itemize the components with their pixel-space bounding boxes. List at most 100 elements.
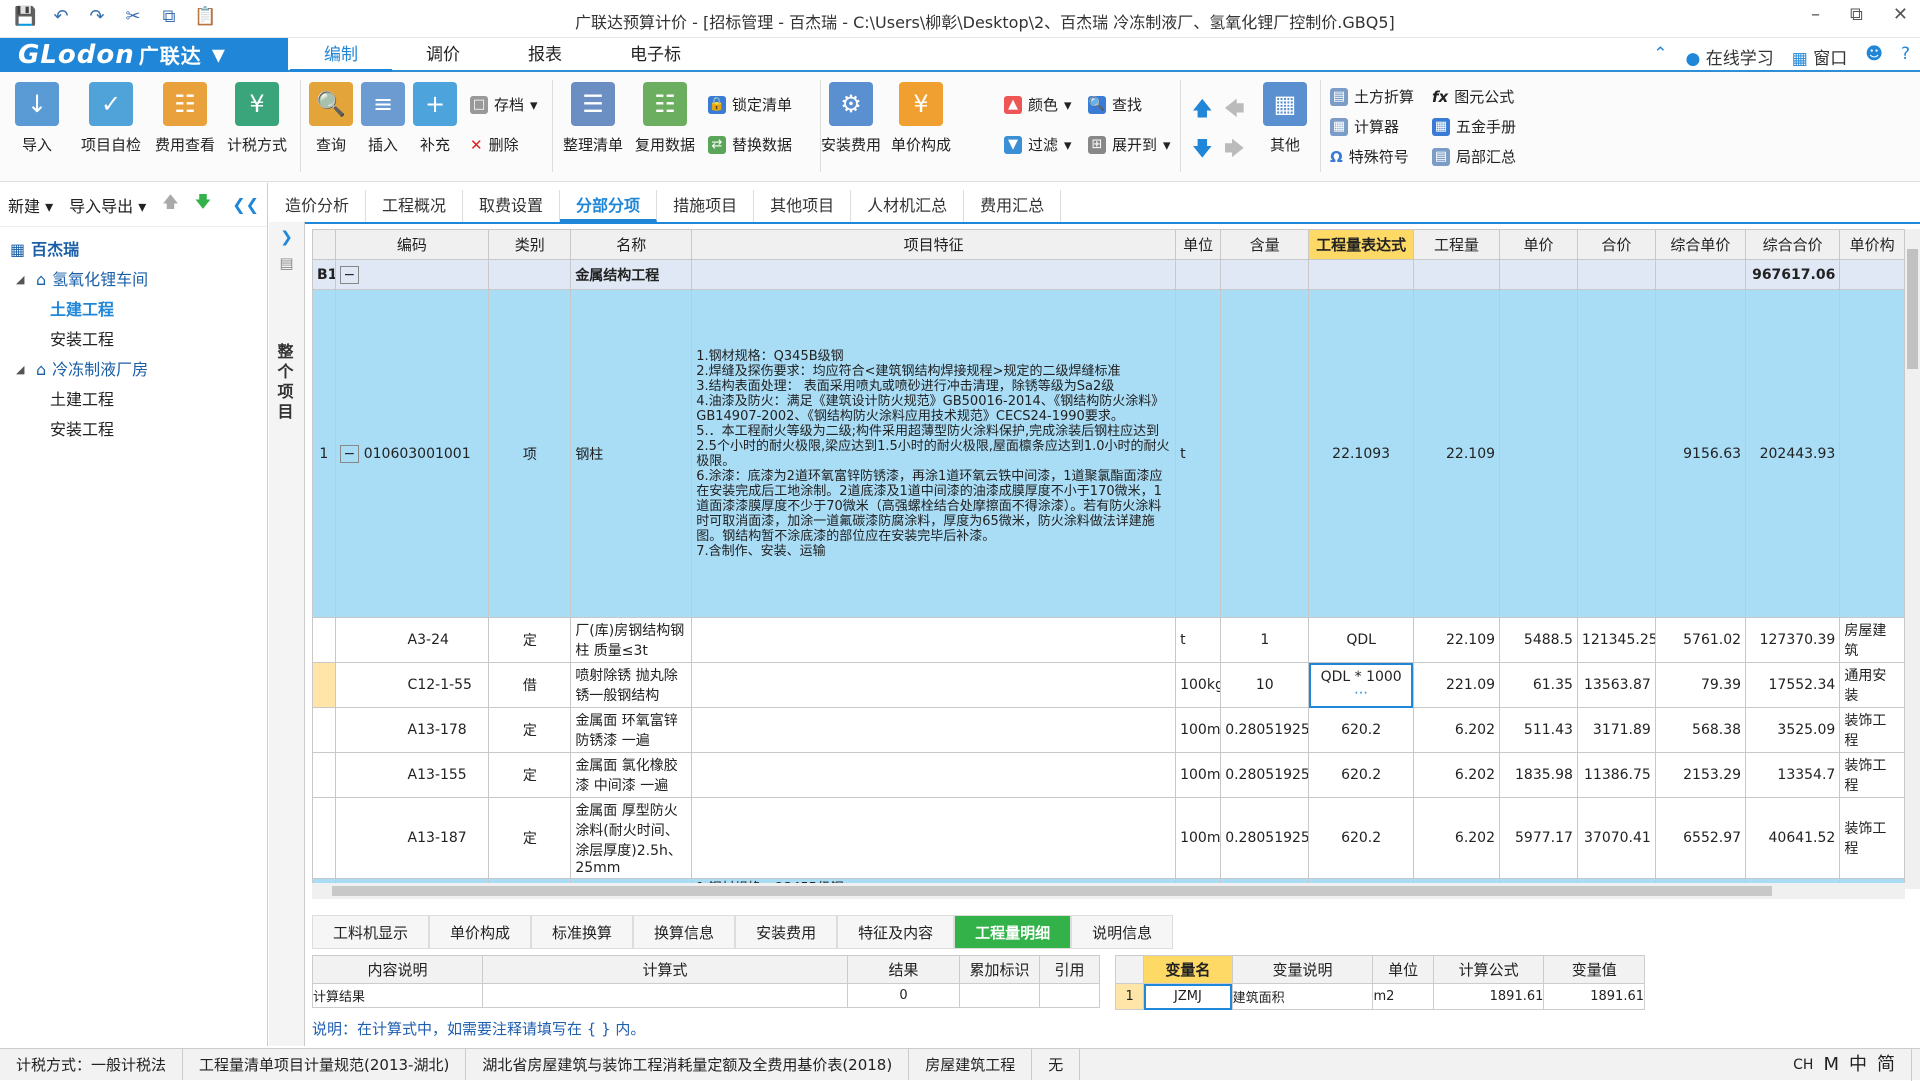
tab-measures[interactable]: 措施项目 — [657, 190, 755, 222]
reuse-data-button[interactable]: ☷ 复用数据 — [630, 82, 700, 155]
delete-button[interactable]: ✕ 删除 — [470, 134, 519, 155]
table-row[interactable]: A13-178 定 金属面 环氧富锌防锈漆 一遍 100m2 0.2805192… — [312, 707, 1905, 753]
tree-item-civil-2[interactable]: 土建工程 — [0, 385, 267, 415]
table-row[interactable]: 1 − 010603001001 项 钢柱 1.钢材规格：Q345B级钢 2.焊… — [312, 289, 1905, 618]
tree-item-freeze-plant[interactable]: ◢ ⌂ 冷冻制液厂房 — [0, 355, 267, 385]
col-name[interactable]: 名称 — [570, 229, 693, 260]
collapse-pane-icon[interactable]: ❮❮ — [232, 195, 259, 214]
table-row[interactable]: A3-24 定 厂(库)房钢结构钢柱 质量≤3t t 1 QDL 22.109 … — [312, 617, 1905, 663]
tab-conversion-info[interactable]: 换算信息 — [633, 915, 736, 949]
menu-tab-ebid[interactable]: 电子标 — [596, 38, 715, 72]
section-row[interactable]: B1 − 金属结构工程 967617.06 — [312, 259, 1905, 290]
tab-price-composition[interactable]: 单价构成 — [429, 915, 532, 949]
tree-root[interactable]: ▦ 百杰瑞 — [0, 235, 267, 265]
app-logo[interactable]: GLodon 广联达 ▾ — [0, 38, 288, 72]
minimize-icon[interactable]: – — [1811, 4, 1820, 25]
tab-overview[interactable]: 工程概况 — [366, 190, 464, 222]
restore-icon[interactable]: ⧉ — [1850, 4, 1863, 25]
tab-resource-summary[interactable]: 人材机汇总 — [851, 190, 965, 222]
up-arrow-icon[interactable]: 🡅 — [162, 191, 178, 218]
col-expression[interactable]: 工程量表达式 — [1308, 229, 1414, 260]
online-learning-button[interactable]: ● 在线学习 — [1686, 44, 1774, 69]
table-row[interactable]: C12-1-55 借 喷射除锈 抛丸除锈一般钢结构 100kg 10 QDL *… — [312, 662, 1905, 708]
move-up-icon[interactable]: 🡅 — [1192, 94, 1213, 128]
supplement-button[interactable]: + 补充 — [400, 82, 470, 155]
collapse-ribbon-icon[interactable]: ⌃ — [1653, 44, 1667, 69]
other-button[interactable]: ▦ 其他 — [1250, 82, 1320, 155]
menu-tab-edit[interactable]: 编制 — [290, 38, 392, 72]
collapse-toggle[interactable]: − — [339, 265, 360, 284]
tab-description[interactable]: 说明信息 — [1071, 915, 1174, 949]
feature-cell[interactable]: 1.钢材规格：Q345B级钢 2.焊缝及探伤要求：均应符合<建筑钢结构焊接规程>… — [691, 289, 1177, 618]
partial-summary-button[interactable]: ▤ 局部汇总 — [1432, 146, 1516, 167]
col-code[interactable]: 编码 — [334, 229, 490, 260]
table-row[interactable]: A13-155 定 金属面 氯化橡胶漆 中间漆 一遍 100m2 0.28051… — [312, 752, 1905, 798]
new-button[interactable]: 新建 ▾ — [8, 193, 53, 217]
tab-fee-settings[interactable]: 取费设置 — [463, 190, 561, 222]
move-left-icon[interactable]: 🡄 — [1224, 94, 1245, 128]
calculator-button[interactable]: ▦ 计算器 — [1330, 116, 1399, 137]
save-icon[interactable]: 💾 — [14, 6, 36, 27]
vertical-scrollbar[interactable] — [1905, 229, 1920, 889]
install-fee-button[interactable]: ⚙ 安装费用 — [816, 82, 886, 155]
cut-icon[interactable]: ✂ — [122, 6, 144, 27]
tab-features[interactable]: 特征及内容 — [837, 915, 955, 949]
col-content[interactable]: 含量 — [1220, 229, 1310, 260]
special-symbol-button[interactable]: Ω 特殊符号 — [1330, 146, 1409, 167]
tab-quantity-detail[interactable]: 工程量明细 — [954, 915, 1072, 949]
paste-icon[interactable]: 📋 — [194, 6, 216, 27]
col-feature[interactable]: 项目特征 — [691, 229, 1177, 260]
move-right-icon[interactable]: 🡆 — [1224, 134, 1245, 168]
menu-tab-report[interactable]: 报表 — [494, 38, 596, 72]
menu-tab-adjust[interactable]: 调价 — [392, 38, 494, 72]
tab-install-fee[interactable]: 安装费用 — [735, 915, 838, 949]
tab-standard-conversion[interactable]: 标准换算 — [531, 915, 634, 949]
tab-sub-items[interactable]: 分部分项 — [560, 190, 658, 222]
table-row[interactable]: 1 JZMJ 建筑面积 m2 1891.61 1891.61 — [1114, 983, 1645, 1010]
find-button[interactable]: 🔍 查找 — [1088, 94, 1142, 115]
tax-mode-button[interactable]: ¥ 计税方式 — [222, 82, 292, 155]
col-total[interactable]: 合价 — [1576, 229, 1656, 260]
tab-fee-summary[interactable]: 费用汇总 — [964, 190, 1062, 222]
more-options-icon[interactable]: ⋯ — [1354, 685, 1368, 701]
col-quantity[interactable]: 工程量 — [1412, 229, 1501, 260]
move-down-icon[interactable]: 🡇 — [1192, 134, 1213, 168]
col-comp-price[interactable]: 综合单价 — [1654, 229, 1747, 260]
user-icon[interactable]: ☻ — [1865, 44, 1883, 69]
project-check-button[interactable]: ✓ 项目自检 — [76, 82, 146, 155]
down-arrow-icon[interactable]: 🡇 — [195, 191, 211, 218]
tree-item-install-2[interactable]: 安装工程 — [0, 415, 267, 445]
import-button[interactable]: ↓ 导入 — [2, 82, 72, 155]
close-icon[interactable]: ✕ — [1893, 4, 1908, 25]
ime-bar[interactable]: CH M 中 简 — [1777, 1049, 1912, 1081]
tree-item-civil-1[interactable]: 土建工程 — [0, 295, 267, 325]
tree-item-lithium-workshop[interactable]: ◢ ⌂ 氢氧化锂车间 — [0, 265, 267, 295]
tab-resource-display[interactable]: 工料机显示 — [312, 915, 430, 949]
fee-view-button[interactable]: ☷ 费用查看 — [150, 82, 220, 155]
undo-icon[interactable]: ↶ — [50, 6, 72, 27]
element-formula-button[interactable]: fx 图元公式 — [1432, 86, 1514, 107]
organize-list-button[interactable]: ☰ 整理清单 — [558, 82, 628, 155]
table-row[interactable]: A13-187 定 金属面 厚型防火涂料(耐火时间、涂层厚度)2.5h、25mm… — [312, 797, 1905, 879]
window-menu-button[interactable]: ▦ 窗口 — [1792, 44, 1847, 69]
save-archive-button[interactable]: □ 存档 ▾ — [470, 94, 538, 115]
help-icon[interactable]: ? — [1901, 44, 1910, 69]
horizontal-scrollbar[interactable] — [312, 883, 1905, 899]
document-icon[interactable]: ▤ — [269, 254, 304, 272]
redo-icon[interactable]: ↷ — [86, 6, 108, 27]
col-price[interactable]: 单价 — [1499, 229, 1578, 260]
import-export-button[interactable]: 导入导出 ▾ — [69, 193, 146, 217]
tab-cost-analysis[interactable]: 造价分析 — [269, 190, 367, 222]
col-type[interactable]: 类别 — [488, 229, 572, 260]
col-unit[interactable]: 单位 — [1175, 229, 1222, 260]
hardware-manual-button[interactable]: ▦ 五金手册 — [1432, 116, 1516, 137]
copy-icon[interactable]: ⧉ — [158, 6, 180, 27]
tree-item-install-1[interactable]: 安装工程 — [0, 325, 267, 355]
expand-pane-icon[interactable]: ❯ — [269, 228, 304, 246]
col-comp-total[interactable]: 综合合价 — [1745, 229, 1841, 260]
tab-other-items[interactable]: 其他项目 — [754, 190, 852, 222]
col-price-comp[interactable]: 单价构 — [1839, 229, 1905, 260]
expression-edit-cell[interactable]: QDL * 1000 ⋯ — [1308, 662, 1414, 708]
unit-price-button[interactable]: ¥ 单价构成 — [886, 82, 956, 155]
color-button[interactable]: ▲ 颜色 ▾ — [1004, 94, 1072, 115]
